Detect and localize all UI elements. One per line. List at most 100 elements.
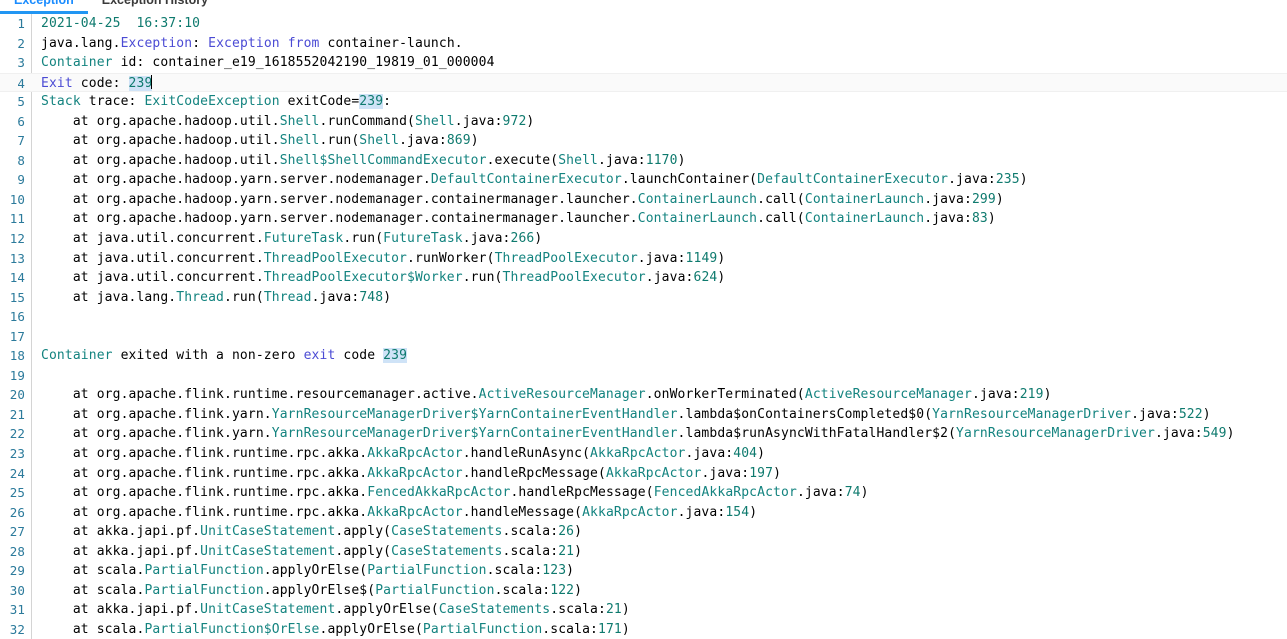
code-token: .scala: [494,582,551,598]
code-line[interactable]: 6 at org.apache.hadoop.util.Shell.runCom… [0,112,1287,132]
line-number: 11 [9,211,25,227]
code-line[interactable]: 25 at org.apache.flink.runtime.rpc.akka.… [0,483,1287,503]
code-token: Exception from [208,35,320,51]
code-line[interactable]: 5 Stack trace: ExitCodeException exitCode… [0,92,1287,112]
code-token: at org.apache.hadoop.util. [41,113,280,129]
code-token: Shell [359,133,400,149]
code-token: .java: [1131,406,1179,422]
code-token: .handleRunAsync( [462,446,591,462]
line-content: at scala.PartialFunction.applyOrElse(Par… [41,561,574,581]
line-content: at java.util.concurrent.FutureTask.run(F… [41,229,542,249]
code-line[interactable]: 24 at org.apache.flink.runtime.rpc.akka.… [0,464,1287,484]
code-line[interactable]: 23 at org.apache.flink.runtime.rpc.akka.… [0,444,1287,464]
code-token: ContainerLaunch [637,191,758,207]
code-token: .scala: [486,563,543,579]
code-line[interactable]: 7 at org.apache.hadoop.util.Shell.run(Sh… [0,131,1287,151]
code-line[interactable]: 15 at java.lang.Thread.run(Thread.java:7… [0,288,1287,308]
code-line[interactable]: 12 at java.util.concurrent.FutureTask.ru… [0,229,1287,249]
code-line[interactable]: 17 [0,327,1287,347]
code-line[interactable]: 10 at org.apache.hadoop.yarn.server.node… [0,190,1287,210]
code-token: ExitCodeException [144,94,280,110]
code-line[interactable]: 32 at scala.PartialFunction$OrElse.apply… [0,620,1287,639]
code-line[interactable]: 9 at org.apache.hadoop.yarn.server.nodem… [0,170,1287,190]
code-token: Shell [414,113,455,129]
code-token: at org.apache.flink.runtime.rpc.akka. [41,465,368,481]
code-token: exit [303,348,336,364]
code-line[interactable]: 18 Container exited with a non-zero exit … [0,346,1287,366]
code-line[interactable]: 14 at java.util.concurrent.ThreadPoolExe… [0,268,1287,288]
code-token: at java.util.concurrent. [41,250,264,266]
code-line[interactable]: 20 at org.apache.flink.runtime.resourcem… [0,385,1287,405]
code-token: ActiveResourceManager [478,387,646,403]
code-token: ) [757,446,766,462]
code-line[interactable]: 19 [0,366,1287,386]
code-token: PartialFunction$OrElse [144,621,320,637]
code-line[interactable]: 26 at org.apache.flink.runtime.rpc.akka.… [0,503,1287,523]
line-content: Exit code: 239 [41,74,153,94]
code-line[interactable]: 22 at org.apache.flink.yarn.YarnResource… [0,424,1287,444]
code-line[interactable]: 3 Container id: container_e19_16185520421… [0,53,1287,73]
code-line[interactable]: 29 at scala.PartialFunction.applyOrElse(… [0,561,1287,581]
line-content: at org.apache.flink.runtime.resourcemana… [41,385,1052,405]
line-number: 1 [17,16,25,31]
code-token: .run( [343,231,384,247]
code-token: at java.util.concurrent. [41,231,264,247]
line-content: at scala.PartialFunction$OrElse.applyOrE… [41,620,630,639]
code-line[interactable]: 31 at akka.japi.pf.UnitCaseStatement.app… [0,600,1287,620]
code-token: .handleRpcMessage( [510,485,654,501]
code-token: PartialFunction [144,563,264,579]
code-token: Thread [263,289,312,305]
code-line[interactable]: 2 java.lang.Exception: Exception from con… [0,34,1287,54]
code-token: YarnResourceManagerDriver$YarnContainerE… [271,426,678,442]
code-line[interactable]: 16 [0,307,1287,327]
line-content: at org.apache.hadoop.yarn.server.nodeman… [41,170,1028,190]
code-token: .onWorkerTerminated( [645,387,805,403]
code-token: at org.apache.flink.runtime.rpc.akka. [41,504,368,520]
code-token: ) [987,211,996,227]
code-token: Container [41,55,113,71]
line-content: at org.apache.hadoop.util.Shell$ShellCom… [41,151,686,171]
code-token: PartialFunction [422,621,543,637]
code-token: at org.apache.hadoop.util. [41,133,280,149]
code-token: 171 [597,621,622,637]
line-number: 10 [9,191,25,207]
code-token: ) [534,231,543,247]
code-line[interactable]: 30 at scala.PartialFunction.applyOrElse$… [0,581,1287,601]
code-line[interactable]: 13 at java.util.concurrent.ThreadPoolExe… [0,249,1287,269]
line-number: 32 [9,621,25,637]
code-token: : [192,35,209,51]
code-token: .lambda$onContainersCompleted$0( [677,406,933,422]
code-token: YarnResourceManagerDriver$YarnContainerE… [271,406,678,422]
line-number: 17 [9,328,25,344]
code-token: code [335,348,384,364]
tab-exception-history[interactable]: Exception History [88,0,222,14]
code-line[interactable]: 4 Exit code: 239 [0,72,1287,94]
code-token: 154 [725,504,750,520]
code-token: at org.apache.hadoop.util. [41,152,280,168]
line-content: at java.util.concurrent.ThreadPoolExecut… [41,268,725,288]
code-line[interactable]: 27 at akka.japi.pf.UnitCaseStatement.app… [0,522,1287,542]
tab-exception[interactable]: Exception [0,0,88,14]
code-token: ) [749,504,758,520]
code-line[interactable]: 8 at org.apache.hadoop.util.Shell$ShellC… [0,151,1287,171]
line-number: 24 [9,465,25,481]
code-token: at org.apache.flink.runtime.resourcemana… [41,387,479,403]
code-token: .applyOrElse( [263,563,368,579]
code-token: UnitCaseStatement [200,543,336,559]
code-token: .execute( [486,152,559,168]
exception-editor[interactable]: 1 2021-04-25 16:37:10 2 java.lang.Exception… [0,14,1287,639]
code-token: 21 [605,602,622,618]
code-token: .java: [399,133,447,149]
code-token: .scala: [550,602,606,618]
code-token: .scala: [542,621,598,637]
line-content: Stack trace: ExitCodeException exitCode=… [41,92,391,112]
code-token: Stack [41,94,81,110]
code-line[interactable]: 21 at org.apache.flink.yarn.YarnResource… [0,405,1287,425]
code-line[interactable]: 1 2021-04-25 16:37:10 [0,14,1287,34]
code-line[interactable]: 11 at org.apache.hadoop.yarn.server.node… [0,209,1287,229]
code-line[interactable]: 28 at akka.japi.pf.UnitCaseStatement.app… [0,542,1287,562]
text-caret [151,74,153,89]
code-token: .java: [685,446,734,462]
code-token: at org.apache.flink.runtime.rpc.akka. [41,485,368,501]
line-number: 5 [17,94,25,110]
